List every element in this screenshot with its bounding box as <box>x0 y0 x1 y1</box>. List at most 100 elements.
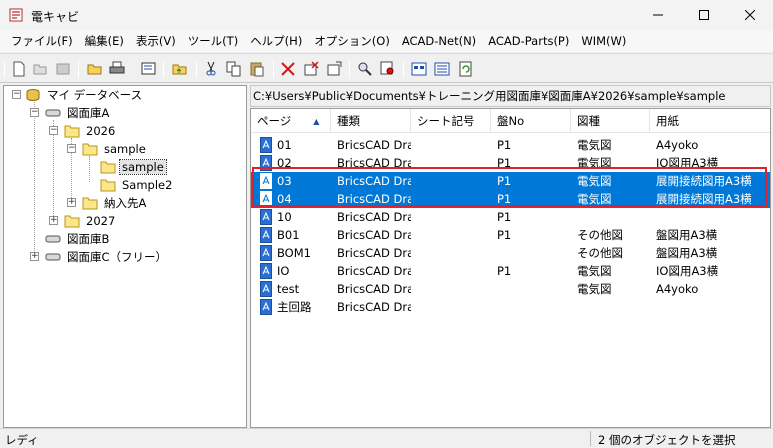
tree-label: 図面庫A <box>67 105 110 120</box>
refresh-button[interactable] <box>456 59 476 79</box>
tree-node[interactable]: Sample2 <box>81 176 174 193</box>
close-button[interactable] <box>727 0 773 30</box>
new-button[interactable] <box>9 59 29 79</box>
cell-board <box>491 280 571 298</box>
up-folder-button[interactable] <box>170 59 190 79</box>
expand-icon[interactable]: + <box>67 198 76 207</box>
cut-button[interactable] <box>201 59 221 79</box>
menu-view[interactable]: 表示(V) <box>130 33 182 49</box>
file-list[interactable]: ページ ▲ 種類 シート記号 盤No 図種 用紙 01 BricsCAD Drav… <box>250 108 771 428</box>
cell-type: BricsCAD Drav <box>337 228 411 242</box>
settings-button[interactable] <box>324 59 344 79</box>
menu-acad-net[interactable]: ACAD-Net(N) <box>396 34 482 48</box>
menu-edit[interactable]: 編集(E) <box>79 33 130 49</box>
column-type[interactable]: 種類 <box>331 109 411 133</box>
cell-board: P1 <box>497 228 512 242</box>
toolbar-separator <box>273 60 274 78</box>
table-row[interactable]: IO BricsCAD Drav P1 電気図 IO図用A3横 <box>251 262 770 280</box>
open-icon <box>33 64 47 75</box>
toolbar-separator <box>196 60 197 78</box>
tree-label: 図面庫C（フリー） <box>67 249 168 264</box>
cell-kind <box>571 298 650 316</box>
tree-label: 2027 <box>86 213 116 228</box>
column-sheet[interactable]: シート記号 <box>411 109 491 133</box>
menu-options[interactable]: オプション(O) <box>308 33 396 49</box>
cell-board <box>491 244 571 262</box>
expand-icon[interactable]: + <box>30 252 39 261</box>
cell-sheet <box>411 226 491 244</box>
menu-acad-parts[interactable]: ACAD-Parts(P) <box>482 34 575 48</box>
menu-tools[interactable]: ツール(T) <box>182 33 245 49</box>
tree-node[interactable]: − 2026 <box>45 122 117 139</box>
table-row[interactable]: test BricsCAD Drav 電気図 A4yoko <box>251 280 770 298</box>
minimize-icon <box>653 14 663 16</box>
folder-icon <box>87 64 102 75</box>
view-details-button[interactable] <box>432 59 452 79</box>
find-replace-icon <box>380 61 394 75</box>
cell-board: P1 <box>497 264 512 278</box>
menu-file[interactable]: ファイル(F) <box>5 33 79 49</box>
paste-button[interactable] <box>247 59 267 79</box>
column-paper[interactable]: 用紙 <box>650 109 770 133</box>
tree-label: sample <box>119 158 167 175</box>
cell-type: BricsCAD Drav <box>337 210 411 224</box>
tree-root[interactable]: − マイ データベース <box>8 86 144 103</box>
save-button[interactable] <box>53 59 73 79</box>
table-row[interactable]: BOM1 BricsCAD Drav その他図 盤図用A3横 <box>251 244 770 262</box>
toolbar <box>0 53 773 83</box>
collapse-icon[interactable]: − <box>30 108 39 117</box>
table-row[interactable]: 02 BricsCAD Drav P1 電気図 IO図用A3横 <box>251 154 770 172</box>
cell-board: P1 <box>497 156 512 170</box>
cell-type: BricsCAD Drav <box>337 246 411 260</box>
drive-icon <box>45 235 61 242</box>
column-page[interactable]: ページ ▲ <box>251 109 331 133</box>
drive-icon <box>45 253 61 260</box>
tree-node[interactable]: − 図面庫A <box>26 104 111 121</box>
delete-item-icon <box>304 61 319 76</box>
tree-node-selected[interactable]: sample <box>81 158 167 175</box>
collapse-icon[interactable]: − <box>67 144 76 153</box>
status-text: レディ <box>5 433 39 447</box>
table-row[interactable]: 03 BricsCAD Drav P1 電気図 展開接続図用A3横 <box>251 172 770 190</box>
search-button[interactable] <box>355 59 375 79</box>
menu-help[interactable]: ヘルプ(H) <box>244 33 308 49</box>
toolbar-separator <box>403 60 404 78</box>
table-row[interactable]: 04 BricsCAD Drav P1 電気図 展開接続図用A3横 <box>251 190 770 208</box>
maximize-button[interactable] <box>681 0 727 30</box>
print-button[interactable] <box>107 59 127 79</box>
table-row[interactable]: B01 BricsCAD Drav P1 その他図 盤図用A3横 <box>251 226 770 244</box>
table-row[interactable]: 主回路 BricsCAD Drav <box>251 298 770 316</box>
cell-paper <box>650 208 770 226</box>
tree-node[interactable]: + 2027 <box>45 212 117 229</box>
tree-node[interactable]: − sample <box>63 140 148 157</box>
app-icon <box>9 8 23 22</box>
delete-button[interactable] <box>278 59 298 79</box>
view-list-button[interactable] <box>409 59 429 79</box>
cell-paper: 展開接続図用A3横 <box>656 192 752 206</box>
toolbar-separator <box>4 60 5 78</box>
cell-kind: その他図 <box>577 246 623 260</box>
print-icon <box>109 61 125 74</box>
properties-button[interactable] <box>139 59 159 79</box>
table-row[interactable]: 01 BricsCAD Drav P1 電気図 A4yoko <box>251 136 770 154</box>
tree-node[interactable]: + 納入先A <box>63 194 148 211</box>
tree-label: マイ データベース <box>47 87 143 102</box>
collapse-icon[interactable]: − <box>12 90 21 99</box>
tree-node[interactable]: 図面庫B <box>26 230 111 247</box>
table-row[interactable]: 10 BricsCAD Drav P1 <box>251 208 770 226</box>
collapse-icon[interactable]: − <box>49 126 58 135</box>
cell-kind: 電気図 <box>577 156 612 170</box>
open-button[interactable] <box>30 59 50 79</box>
minimize-button[interactable] <box>635 0 681 30</box>
copy-button[interactable] <box>224 59 244 79</box>
menu-wim[interactable]: WIM(W) <box>575 34 632 48</box>
find-replace-button[interactable] <box>378 59 398 79</box>
expand-icon[interactable]: + <box>49 216 58 225</box>
column-kind[interactable]: 図種 <box>571 109 650 133</box>
delete-item-button[interactable] <box>301 59 321 79</box>
folder-button[interactable] <box>85 59 105 79</box>
tree-node[interactable]: + 図面庫C（フリー） <box>26 248 169 265</box>
column-board[interactable]: 盤No <box>491 109 571 133</box>
folder-tree[interactable]: − マイ データベース − 図面庫A − 2026 − sample sampl… <box>3 85 247 428</box>
cell-kind: 電気図 <box>577 264 612 278</box>
